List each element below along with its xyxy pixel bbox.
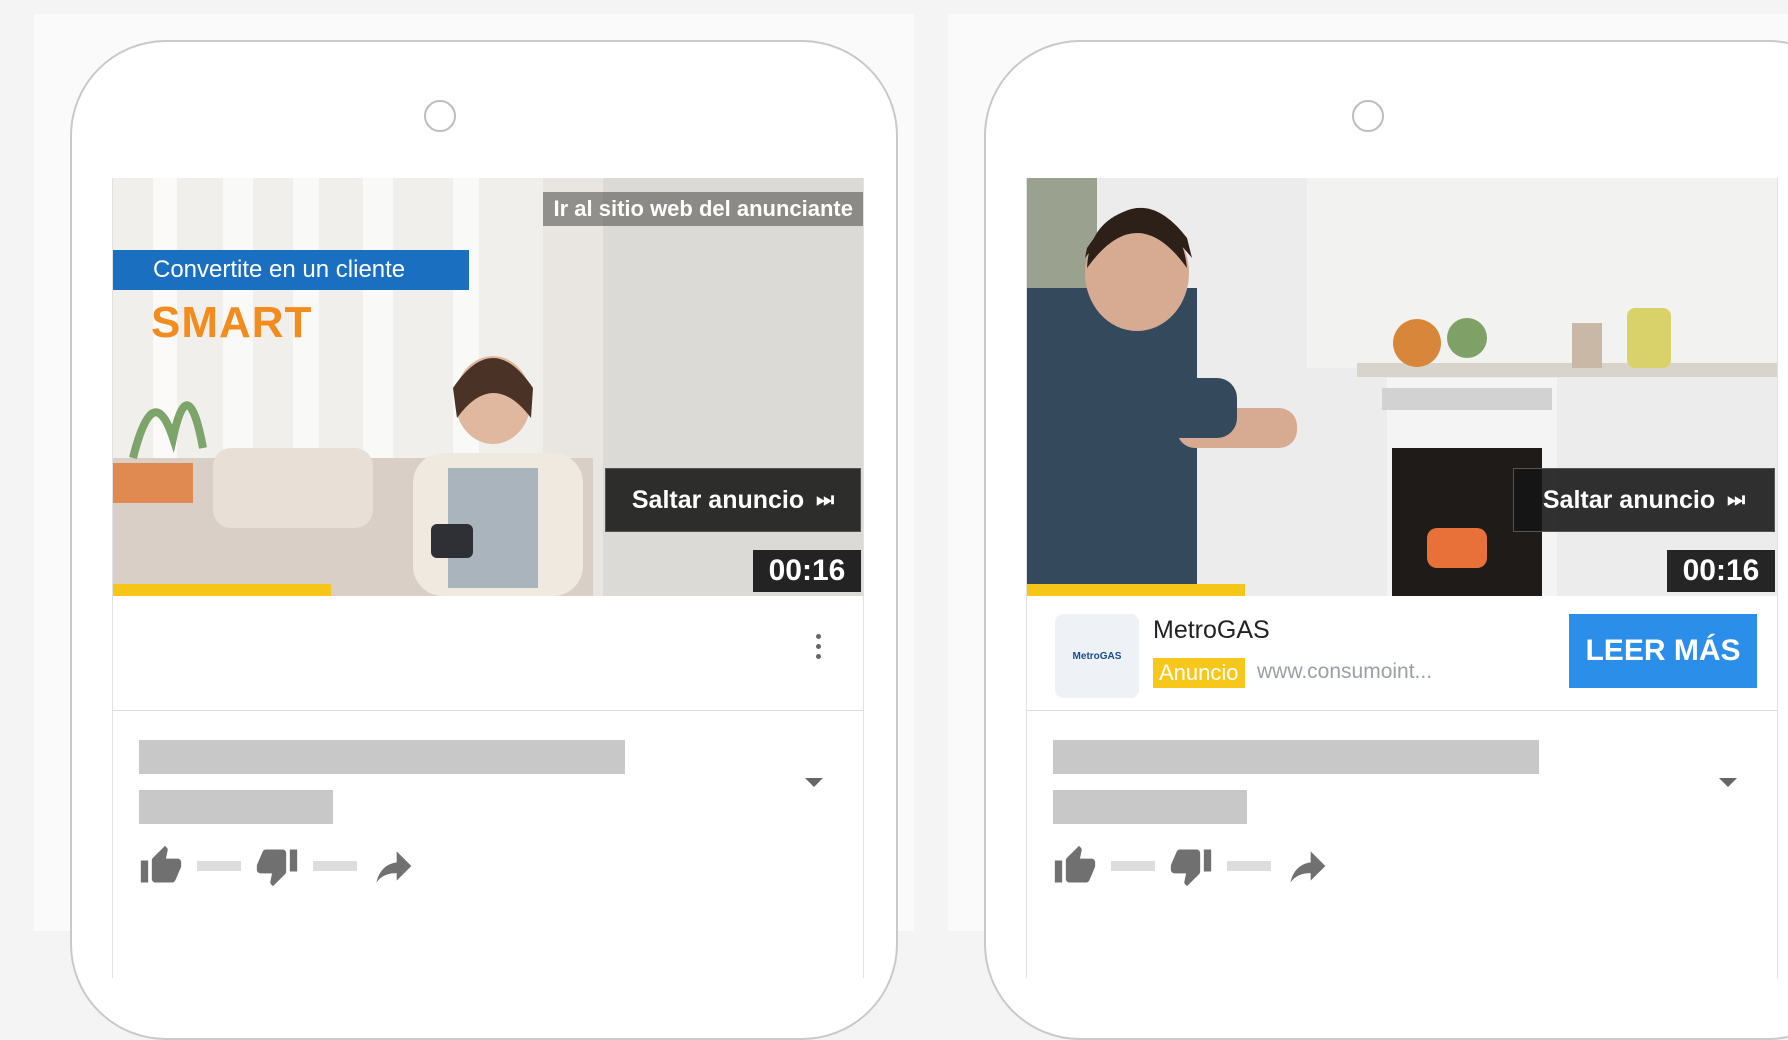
- like-count-placeholder: [197, 861, 241, 871]
- share-icon[interactable]: [1285, 844, 1329, 888]
- video-actions: [1053, 844, 1329, 888]
- ad-info-row: MetroGAS MetroGAS Anuncio www.consumoint…: [1027, 596, 1777, 711]
- thumb-up-icon[interactable]: [139, 844, 183, 888]
- skip-ad-button[interactable]: Saltar anuncio ⏭: [1513, 468, 1775, 532]
- cta-button[interactable]: LEER MÁS: [1569, 614, 1757, 688]
- promo-headline: SMART: [151, 298, 313, 347]
- title-placeholder: [1053, 740, 1539, 774]
- video-player[interactable]: Saltar anuncio ⏭ 00:16: [1027, 178, 1777, 596]
- subtitle-placeholder: [139, 790, 333, 824]
- ad-progress-bar: [1027, 584, 1245, 596]
- phone-frame: Saltar anuncio ⏭ 00:16 MetroGAS MetroGAS…: [984, 40, 1788, 1040]
- advertiser-logo[interactable]: MetroGAS: [1055, 614, 1139, 698]
- promo-banner: Convertite en un cliente: [113, 250, 469, 290]
- phone-screen: Saltar anuncio ⏭ 00:16 MetroGAS MetroGAS…: [1026, 178, 1778, 978]
- expand-more-icon[interactable]: [1719, 778, 1737, 787]
- share-icon[interactable]: [371, 844, 415, 888]
- title-placeholder: [139, 740, 625, 774]
- subtitle-placeholder: [1053, 790, 1247, 824]
- camera-icon: [424, 100, 456, 132]
- advertiser-site-link[interactable]: Ir al sitio web del anunciante: [543, 192, 863, 226]
- skip-ad-label: Saltar anuncio: [631, 485, 805, 514]
- video-actions: [139, 844, 415, 888]
- thumb-down-icon[interactable]: [255, 844, 299, 888]
- ad-timer: 00:16: [753, 550, 861, 592]
- skip-ad-button[interactable]: Saltar anuncio ⏭: [605, 468, 861, 532]
- skip-ad-label: Saltar anuncio: [1542, 485, 1716, 514]
- ad-progress-bar: [113, 584, 331, 596]
- ad-timer: 00:16: [1667, 550, 1775, 592]
- phone-frame: Convertite en un cliente SMART Ir al sit…: [70, 40, 898, 1040]
- expand-more-icon[interactable]: [805, 778, 823, 787]
- ad-display-url[interactable]: www.consumoint...: [1257, 660, 1432, 684]
- ad-badge: Anuncio: [1153, 658, 1245, 688]
- thumb-down-icon[interactable]: [1169, 844, 1213, 888]
- dislike-count-placeholder: [1227, 861, 1271, 871]
- ad-preview-card-left: Convertite en un cliente SMART Ir al sit…: [34, 14, 914, 1040]
- thumb-up-icon[interactable]: [1053, 844, 1097, 888]
- advertiser-name[interactable]: MetroGAS: [1153, 616, 1270, 645]
- skip-next-icon: ⏭: [1727, 488, 1746, 511]
- skip-next-icon: ⏭: [816, 488, 835, 511]
- phone-screen: Convertite en un cliente SMART Ir al sit…: [112, 178, 864, 978]
- video-frame-image: [1027, 178, 1777, 596]
- video-info-row: [113, 596, 863, 711]
- like-count-placeholder: [1111, 861, 1155, 871]
- video-frame-image: [113, 178, 863, 596]
- camera-icon: [1352, 100, 1384, 132]
- video-player[interactable]: Convertite en un cliente SMART Ir al sit…: [113, 178, 863, 596]
- ad-preview-card-right: Saltar anuncio ⏭ 00:16 MetroGAS MetroGAS…: [948, 14, 1788, 1040]
- more-vert-icon[interactable]: [816, 634, 821, 659]
- dislike-count-placeholder: [313, 861, 357, 871]
